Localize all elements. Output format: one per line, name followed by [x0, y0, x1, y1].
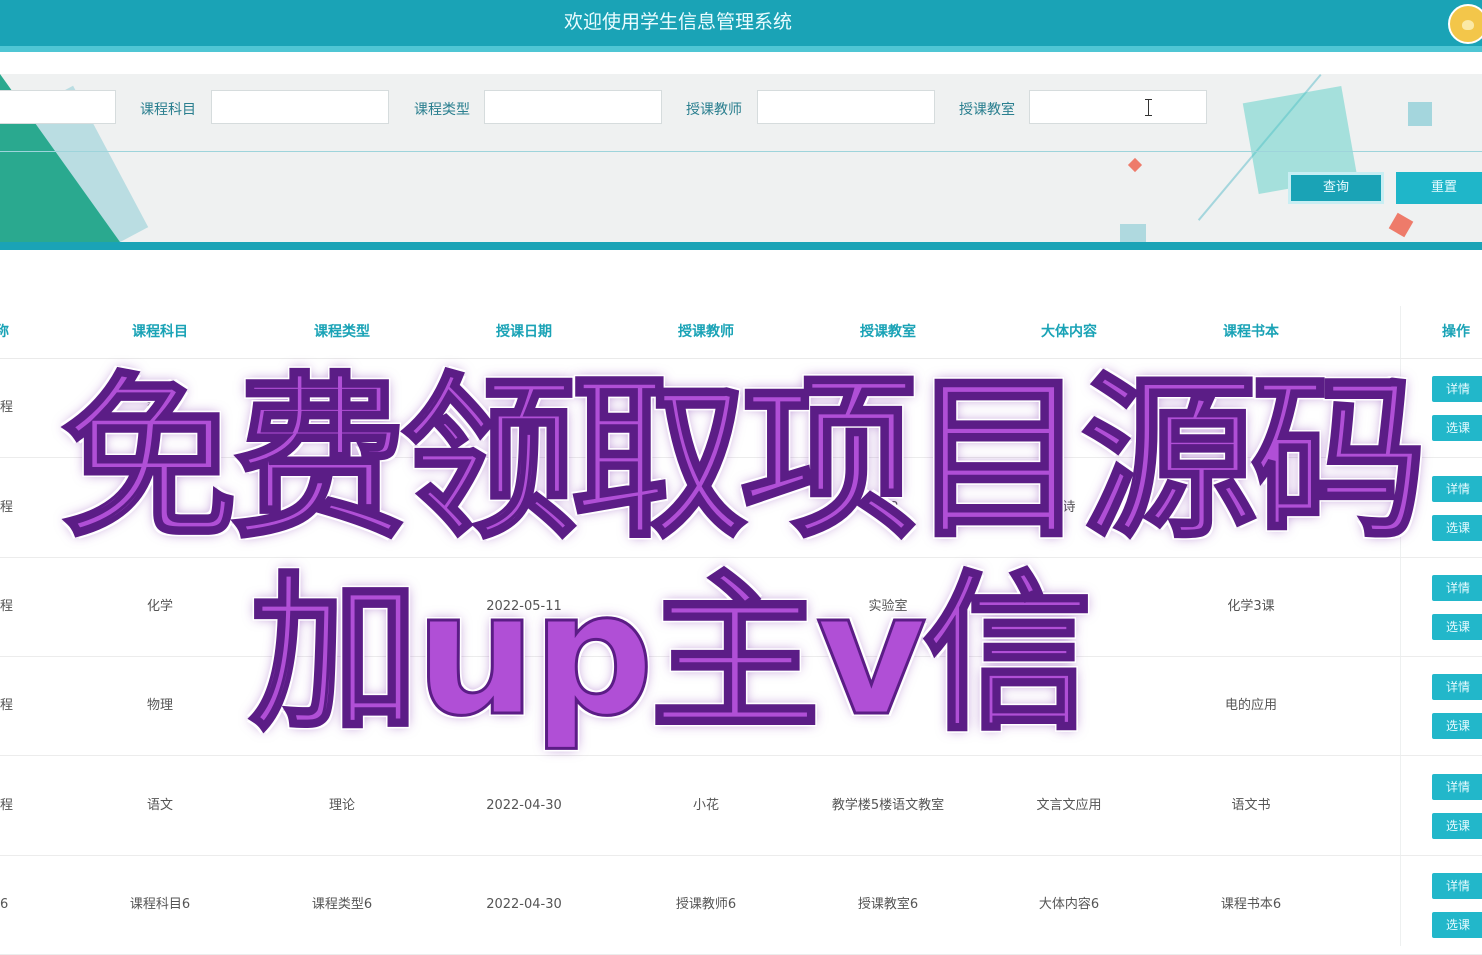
search-panel: 课程科目 课程类型 授课教师 授课教室 查询 重置: [0, 74, 1482, 242]
top-bar: 欢迎使用学生信息管理系统: [0, 0, 1482, 46]
cell-type: [257, 557, 427, 656]
teacher-input[interactable]: [757, 90, 935, 124]
table-row: 程 物理 电的应用 详情 选课: [0, 656, 1482, 756]
cell-subject: 数学: [146, 400, 173, 415]
cell-name: 程: [0, 599, 14, 614]
column-header-classroom: 授课教室: [860, 324, 916, 340]
app-title: 欢迎使用学生信息管理系统: [563, 11, 792, 33]
table-row: 程 化学 2022-05-11 实验室 化学3课 详情 选课: [0, 557, 1482, 657]
table-row: 程 论 楼2 诗 详情 选课: [0, 458, 1482, 558]
cell-name: 6: [0, 897, 9, 912]
cell-classroom: 实验室: [868, 599, 908, 614]
decor-square: [1388, 212, 1414, 238]
cell-name: 程: [0, 798, 14, 813]
cell-classroom: 授课教室6: [857, 897, 919, 912]
cell-content: [984, 557, 1154, 656]
cell-classroom: 教学楼5楼语文教室: [831, 798, 945, 813]
course-name-input[interactable]: [0, 90, 116, 124]
cell-date: 2022-04-30: [486, 798, 562, 813]
type-input[interactable]: [484, 90, 662, 124]
detail-button[interactable]: 详情: [1432, 873, 1482, 899]
cell-type: [257, 656, 427, 755]
classroom-label: 授课教室: [959, 102, 1015, 118]
select-course-button[interactable]: 选课: [1432, 614, 1482, 640]
cell-subject: 语文: [146, 798, 173, 813]
cell-book: 课程书本6: [1220, 897, 1282, 912]
cell-content: [984, 656, 1154, 755]
cell-date: [439, 358, 609, 457]
teacher-label: 授课教师: [686, 102, 742, 118]
column-header-name: 称: [0, 324, 9, 340]
decor-square: [1408, 102, 1432, 126]
select-course-button[interactable]: 选课: [1432, 713, 1482, 739]
panel-divider: [0, 151, 1482, 152]
cell-teacher: [621, 557, 791, 656]
cell-name: 程: [0, 698, 14, 713]
cell-type: 理论: [328, 798, 355, 813]
select-course-button[interactable]: 选课: [1432, 912, 1482, 938]
type-label: 课程类型: [414, 102, 470, 118]
decor-square: [1127, 157, 1143, 173]
text-cursor-icon: [1144, 99, 1154, 117]
column-header-content: 大体内容: [1041, 324, 1097, 340]
cell-teacher: 小花: [692, 798, 719, 813]
cell-book: [1166, 358, 1336, 457]
user-avatar-icon[interactable]: [1448, 4, 1482, 44]
cell-teacher: [621, 358, 791, 457]
cell-book: [1166, 458, 1336, 557]
query-button[interactable]: 查询: [1288, 172, 1384, 204]
cell-classroom: [803, 358, 973, 457]
cell-subject: 物理: [146, 698, 173, 713]
table-row: 程 数学 详情 选课: [0, 358, 1482, 458]
table-row: 6 课程科目6 课程类型6 2022-04-30 授课教师6 授课教室6 大体内…: [0, 855, 1482, 955]
subject-input[interactable]: [211, 90, 389, 124]
classroom-input[interactable]: [1029, 90, 1207, 124]
select-course-button[interactable]: 选课: [1432, 813, 1482, 839]
detail-button[interactable]: 详情: [1432, 376, 1482, 402]
cell-teacher: [621, 458, 791, 557]
decor-square: [1120, 224, 1146, 242]
cell-book: 语文书: [1231, 798, 1271, 813]
cell-content: 大体内容6: [1038, 897, 1100, 912]
cell-subject: [75, 458, 245, 557]
detail-button[interactable]: 详情: [1432, 774, 1482, 800]
cell-subject: 化学: [146, 599, 173, 614]
cell-date: 2022-04-30: [486, 897, 562, 912]
column-header-date: 授课日期: [496, 324, 552, 340]
reset-button[interactable]: 重置: [1396, 172, 1482, 204]
cell-classroom: [803, 656, 973, 755]
cell-date: [439, 458, 609, 557]
cell-type: 论: [335, 500, 349, 515]
detail-button[interactable]: 详情: [1432, 674, 1482, 700]
column-header-operation: 操作: [1442, 324, 1470, 340]
select-course-button[interactable]: 选课: [1432, 415, 1482, 441]
cell-type: 课程类型6: [311, 897, 373, 912]
cell-subject: 课程科目6: [129, 897, 191, 912]
cell-content: [984, 358, 1154, 457]
cell-teacher: [621, 656, 791, 755]
column-header-book: 课程书本: [1223, 324, 1279, 340]
column-header-type: 课程类型: [314, 324, 370, 340]
cell-date: 2022-05-11: [486, 599, 562, 614]
detail-button[interactable]: 详情: [1432, 575, 1482, 601]
detail-button[interactable]: 详情: [1432, 476, 1482, 502]
column-header-subject: 课程科目: [132, 324, 188, 340]
cell-content: 诗: [1062, 500, 1076, 515]
cell-content: 文言文应用: [1036, 798, 1102, 813]
cell-date: [439, 656, 609, 755]
top-bar-accent: [0, 46, 1482, 52]
subject-label: 课程科目: [140, 102, 196, 118]
select-course-button[interactable]: 选课: [1432, 515, 1482, 541]
cell-type: [257, 358, 427, 457]
table-row: 程 语文 理论 2022-04-30 小花 教学楼5楼语文教室 文言文应用 语文…: [0, 756, 1482, 856]
table-header: 称 课程科目 课程类型 授课日期 授课教师 授课教室 大体内容 课程书本 操作: [0, 306, 1482, 359]
cell-name: 程: [0, 400, 14, 415]
cell-book: 电的应用: [1224, 698, 1277, 713]
cell-classroom: 楼2: [877, 500, 899, 515]
cell-teacher: 授课教师6: [675, 897, 737, 912]
cell-book: 化学3课: [1227, 599, 1275, 614]
search-panel-bottom-bar: [0, 242, 1482, 250]
cell-name: 程: [0, 500, 14, 515]
column-header-teacher: 授课教师: [678, 324, 734, 340]
